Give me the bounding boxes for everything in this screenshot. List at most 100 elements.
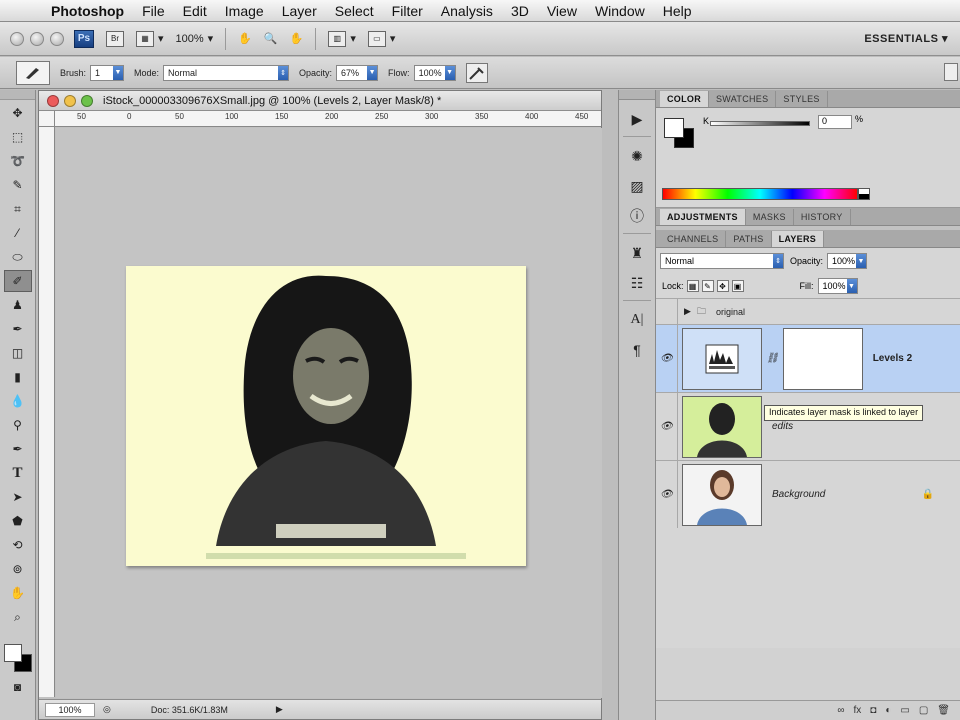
menu-filter[interactable]: Filter — [383, 3, 432, 19]
dock-grip[interactable] — [619, 90, 655, 100]
quick-selection-tool[interactable]: ✎ — [4, 174, 32, 196]
tab-history[interactable]: HISTORY — [794, 209, 851, 225]
expand-triangle-icon[interactable]: ▶ — [684, 306, 691, 317]
animation-panel-button[interactable]: ▶ — [624, 108, 650, 130]
eye-icon[interactable]: 👁 — [656, 393, 678, 460]
eye-icon[interactable]: 👁 — [656, 461, 678, 528]
fill-field[interactable]: 100% ▼ — [817, 278, 858, 294]
layer-style-icon[interactable]: fx — [854, 705, 862, 716]
tab-layers[interactable]: LAYERS — [771, 231, 825, 247]
color-swatches[interactable] — [3, 638, 32, 674]
close-window-button[interactable] — [10, 31, 24, 46]
layer-opacity-field[interactable]: 100% ▼ — [827, 253, 868, 269]
tool-preset-picker[interactable] — [16, 60, 50, 85]
menu-file[interactable]: File — [133, 3, 174, 19]
layer-row-original[interactable]: ▶ 🗀 original — [656, 298, 960, 324]
hand-tool[interactable]: ✋ — [4, 582, 32, 604]
tab-adjustments[interactable]: ADJUSTMENTS — [660, 209, 746, 225]
tab-channels[interactable]: CHANNELS — [660, 231, 727, 247]
tab-paths[interactable]: PATHS — [726, 231, 772, 247]
menu-3d[interactable]: 3D — [502, 3, 538, 19]
add-mask-icon[interactable]: ◘ — [870, 705, 876, 716]
eraser-tool[interactable]: ◫ — [4, 342, 32, 364]
blur-tool[interactable]: 💧 — [4, 390, 32, 412]
new-group-icon[interactable]: ▭ — [900, 705, 909, 716]
menu-app-name[interactable]: Photoshop — [42, 3, 133, 19]
character-panel-button[interactable]: A| — [624, 309, 650, 331]
delete-layer-icon[interactable]: 🗑 — [937, 705, 950, 716]
paragraph-panel-button[interactable]: ¶ — [624, 339, 650, 361]
clone-source-panel-button[interactable]: ♜ — [624, 242, 650, 264]
layer-mask-thumbnail[interactable] — [782, 327, 863, 390]
eyedropper-tool[interactable]: ⁄ — [4, 222, 32, 244]
menu-image[interactable]: Image — [216, 3, 273, 19]
gradient-tool[interactable]: ▮ — [4, 366, 32, 388]
brushes-panel-button[interactable]: ✺ — [624, 145, 650, 167]
screen-mode-button[interactable]: ▭ ▾ — [367, 30, 395, 47]
lock-transparency-icon[interactable]: ▦ — [686, 280, 699, 292]
clone-stamp-tool[interactable]: ♟ — [4, 294, 32, 316]
status-zoom-field[interactable]: 100% — [45, 702, 95, 717]
lock-pixels-icon[interactable]: ✎ — [701, 280, 714, 292]
menu-view[interactable]: View — [538, 3, 586, 19]
pen-tool[interactable]: ✒ — [4, 438, 32, 460]
quick-mask-toggle[interactable]: ◙ — [4, 676, 32, 698]
hand-tool-button[interactable]: ✋ — [238, 32, 252, 45]
tab-color[interactable]: COLOR — [660, 91, 709, 107]
new-layer-icon[interactable]: ▢ — [919, 705, 928, 716]
eye-icon[interactable]: 👁 — [656, 325, 678, 392]
crop-tool[interactable]: ⌗ — [4, 198, 32, 220]
mask-link-icon[interactable]: ⛓ — [766, 353, 779, 364]
menu-layer[interactable]: Layer — [273, 3, 326, 19]
lasso-tool[interactable]: ➰ — [4, 150, 32, 172]
dodge-tool[interactable]: ⚲ — [4, 414, 32, 436]
minimize-window-button[interactable] — [30, 31, 44, 46]
history-brush-tool[interactable]: ✒ — [4, 318, 32, 340]
view-extras-button[interactable]: ▦ ▾ — [136, 30, 164, 47]
black-white-ramp[interactable] — [858, 188, 870, 200]
opacity-field[interactable]: 67% ▼ — [336, 64, 379, 81]
layer-row-levels-2[interactable]: 👁 ⛓ Levels 2 — [656, 324, 960, 392]
tab-swatches[interactable]: SWATCHES — [709, 91, 777, 107]
canvas-area[interactable] — [56, 128, 602, 698]
move-tool[interactable]: ✥ — [4, 102, 32, 124]
ruler-origin[interactable] — [39, 111, 55, 127]
menu-help[interactable]: Help — [654, 3, 701, 19]
flow-field[interactable]: 100% ▼ — [413, 64, 456, 81]
vertical-ruler[interactable] — [39, 127, 55, 697]
panel-toggle-button[interactable] — [944, 63, 958, 81]
menu-select[interactable]: Select — [326, 3, 383, 19]
zoom-tool-button[interactable]: 🔍 — [264, 32, 278, 45]
tab-styles[interactable]: STYLES — [776, 91, 828, 107]
k-channel-slider[interactable] — [710, 121, 810, 126]
document-image[interactable] — [126, 266, 526, 566]
navigator-panel-button[interactable]: ▨ — [624, 175, 650, 197]
edits-layer-thumbnail[interactable] — [682, 395, 762, 458]
blend-mode-select[interactable]: Normal ⇕ — [660, 253, 784, 269]
zoom-tool[interactable]: ⌕ — [4, 606, 32, 628]
tab-masks[interactable]: MASKS — [746, 209, 794, 225]
layer-row-background[interactable]: 👁 Background 🔒 — [656, 460, 960, 528]
workspace-switcher[interactable]: ESSENTIALS ▾ — [864, 32, 948, 45]
3d-rotate-tool[interactable]: ⟲ — [4, 534, 32, 556]
brush-tool[interactable]: ✐ — [3, 270, 32, 292]
adjustment-layer-icon[interactable]: ◐ — [885, 705, 891, 716]
k-channel-input[interactable]: 0 — [818, 115, 852, 129]
minimize-document-button[interactable] — [64, 94, 76, 107]
zoom-level-dropdown[interactable]: 100% ▾ — [176, 32, 214, 46]
rotate-view-button[interactable]: ✋ — [290, 32, 304, 45]
visibility-toggle-empty[interactable] — [656, 299, 678, 324]
background-layer-thumbnail[interactable] — [682, 463, 762, 526]
lock-position-icon[interactable]: ✥ — [716, 280, 729, 292]
arrange-documents-button[interactable]: ▥ ▾ — [328, 30, 356, 47]
airbrush-toggle[interactable] — [465, 62, 488, 83]
color-spectrum-bar[interactable] — [662, 188, 858, 200]
menu-window[interactable]: Window — [586, 3, 654, 19]
document-title-bar[interactable]: iStock_000003309676XSmall.jpg @ 100% (Le… — [39, 91, 601, 111]
type-tool[interactable]: T — [4, 462, 32, 484]
shape-tool[interactable]: ⬟ — [4, 510, 32, 532]
zoom-window-button[interactable] — [50, 31, 64, 46]
zoom-document-button[interactable] — [81, 94, 93, 107]
tool-presets-panel-button[interactable]: ☷ — [624, 272, 650, 294]
horizontal-ruler[interactable]: 50 0 50 100 150 200 250 300 350 400 450 — [55, 111, 601, 127]
